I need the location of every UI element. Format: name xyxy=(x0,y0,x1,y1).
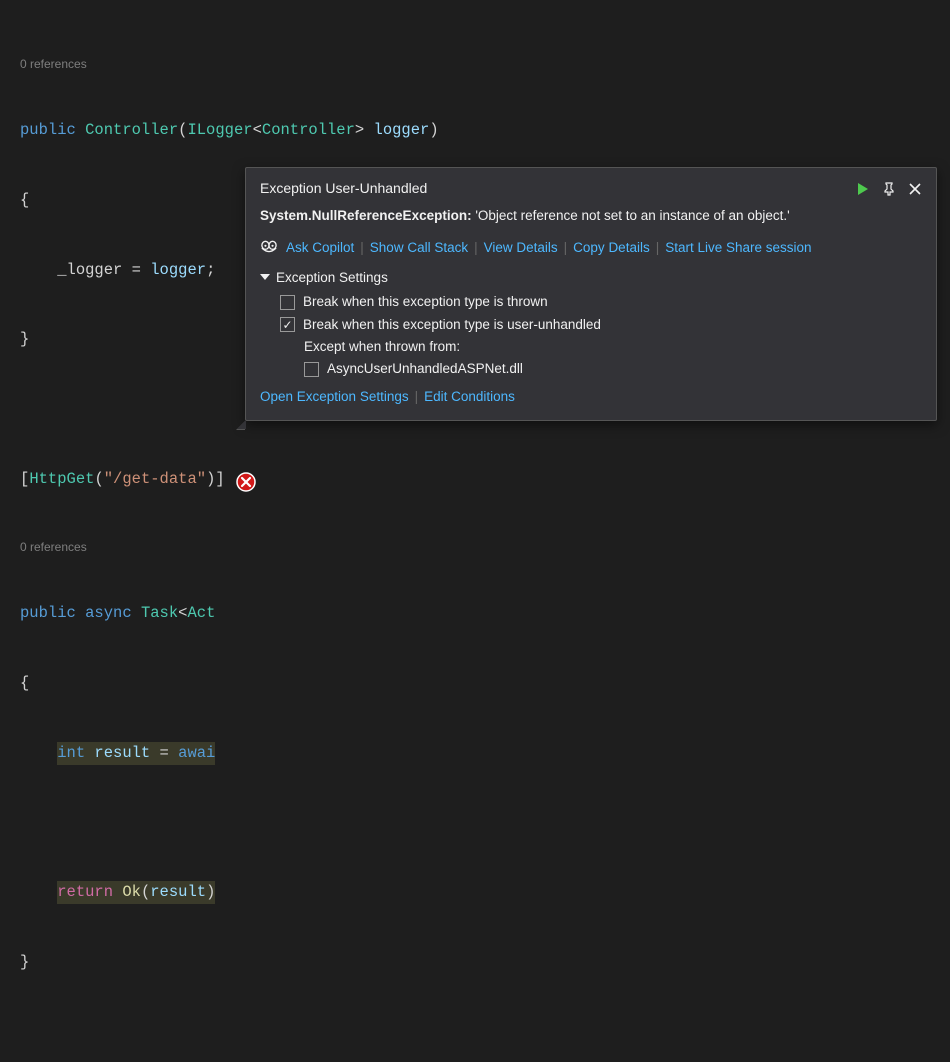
checkbox-label: Break when this exception type is user-u… xyxy=(303,315,601,335)
except-label: Except when thrown from: xyxy=(304,337,922,357)
code-editor[interactable]: 0 references public Controller(ILogger<C… xyxy=(0,0,950,1062)
expand-icon xyxy=(260,274,270,280)
code-line: public async Task<Act xyxy=(20,602,950,625)
codelens-references[interactable]: 0 references xyxy=(20,55,950,73)
break-when-thrown-checkbox[interactable] xyxy=(280,295,295,310)
copy-details-link[interactable]: Copy Details xyxy=(573,238,650,258)
open-exception-settings-link[interactable]: Open Exception Settings xyxy=(260,387,409,407)
break-when-user-unhandled-checkbox[interactable] xyxy=(280,317,295,332)
code-line: int result = awai xyxy=(20,742,950,765)
pin-icon[interactable] xyxy=(882,182,896,196)
edit-conditions-link[interactable]: Edit Conditions xyxy=(424,387,515,407)
code-line: return Ok(result) xyxy=(20,881,950,904)
except-dll-label: AsyncUserUnhandledASPNet.dll xyxy=(327,359,523,379)
view-details-link[interactable]: View Details xyxy=(484,238,558,258)
show-call-stack-link[interactable]: Show Call Stack xyxy=(370,238,468,258)
exception-popup: Exception User-Unhandled System.NullRefe… xyxy=(245,167,937,421)
exception-message: System.NullReferenceException: 'Object r… xyxy=(260,207,922,226)
close-icon[interactable] xyxy=(908,182,922,196)
code-line: } xyxy=(20,951,950,974)
start-live-share-link[interactable]: Start Live Share session xyxy=(665,238,811,258)
error-icon xyxy=(236,472,256,492)
checkbox-label: Break when this exception type is thrown xyxy=(303,292,548,312)
codelens-references[interactable]: 0 references xyxy=(20,538,950,556)
popup-title: Exception User-Unhandled xyxy=(260,178,856,199)
except-dll-checkbox[interactable] xyxy=(304,362,319,377)
continue-icon[interactable] xyxy=(856,182,870,196)
ask-copilot-link[interactable]: Ask Copilot xyxy=(286,238,354,258)
exception-settings-toggle[interactable]: Exception Settings xyxy=(260,268,922,288)
copilot-icon xyxy=(260,240,278,256)
code-line: [HttpGet("/get-data")] xyxy=(20,468,950,491)
code-line: { xyxy=(20,672,950,695)
code-line: public Controller(ILogger<Controller> lo… xyxy=(20,119,950,142)
